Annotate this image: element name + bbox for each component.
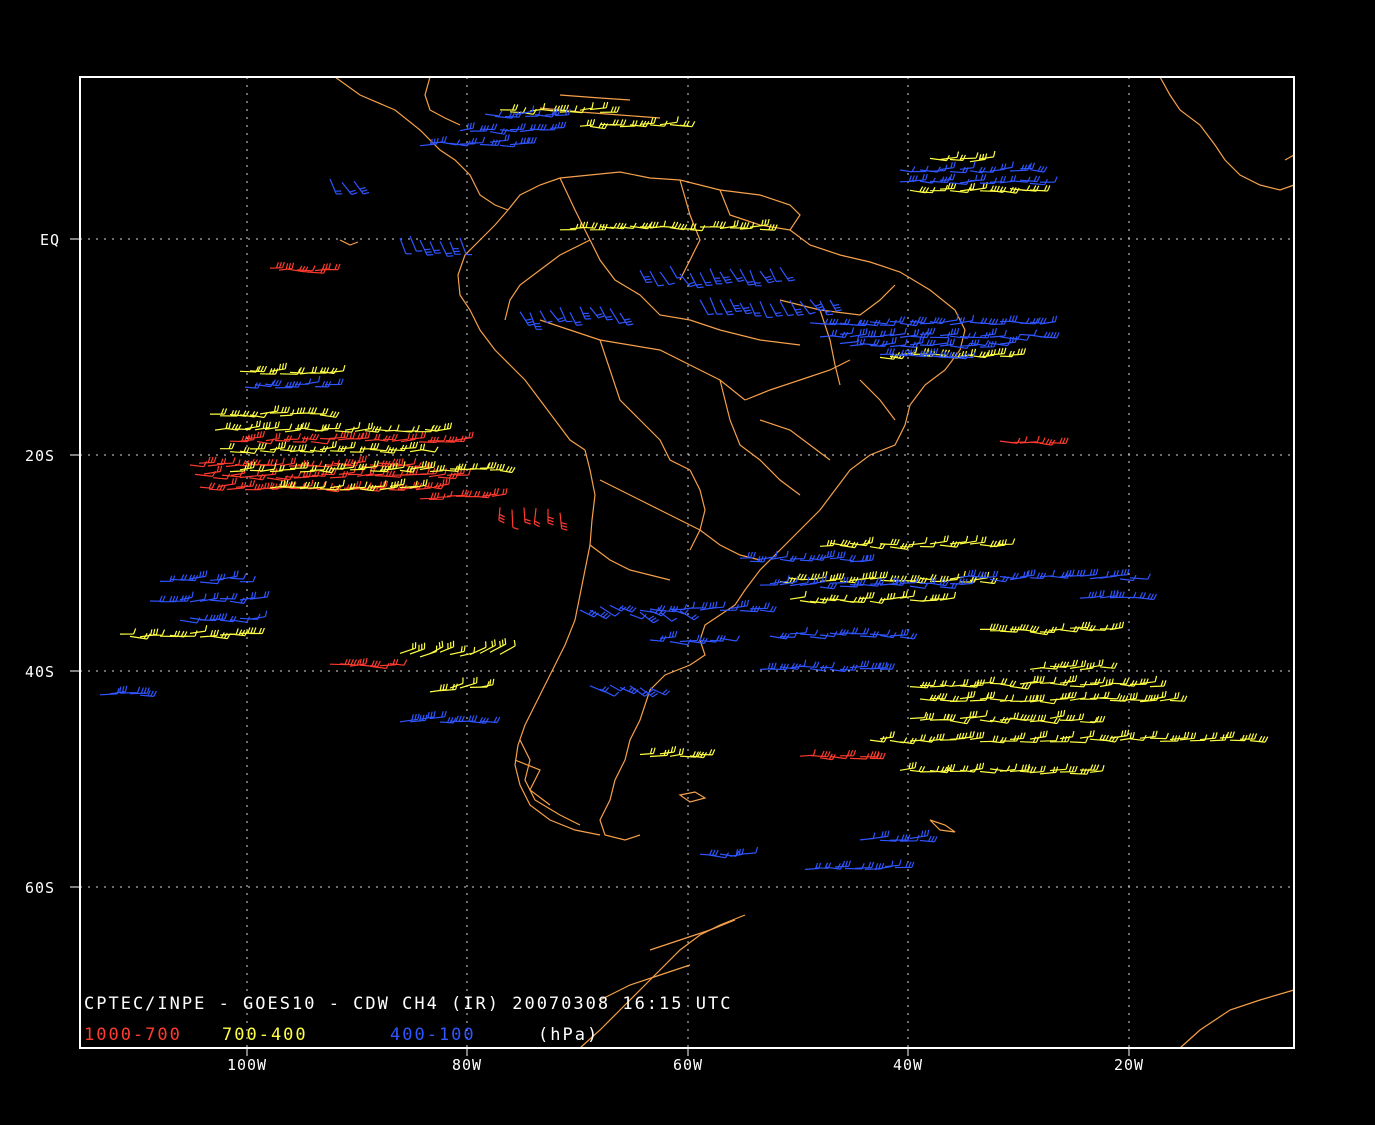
wind-vector-map: EQ 20S 40S 60S 100W 80W 60W 40W 20W CPTE… [0, 0, 1375, 1125]
lon-label-20w: 20W [1114, 1056, 1144, 1074]
lat-label-60s: 60S [25, 879, 55, 897]
lon-label-80w: 80W [452, 1056, 482, 1074]
lat-label-20s: 20S [25, 447, 55, 465]
lon-label-100w: 100W [227, 1056, 267, 1074]
legend-1000-700: 1000-700 [84, 1025, 182, 1045]
lat-label-eq: EQ [40, 231, 60, 249]
lon-label-60w: 60W [673, 1056, 703, 1074]
legend-700-400: 700-400 [222, 1025, 308, 1045]
legend-400-100: 400-100 [390, 1025, 476, 1045]
map-caption: CPTEC/INPE - GOES10 - CDW CH4 (IR) 20070… [84, 994, 732, 1014]
lat-label-40s: 40S [25, 663, 55, 681]
legend-units: (hPa) [538, 1025, 599, 1045]
lon-label-40w: 40W [893, 1056, 923, 1074]
